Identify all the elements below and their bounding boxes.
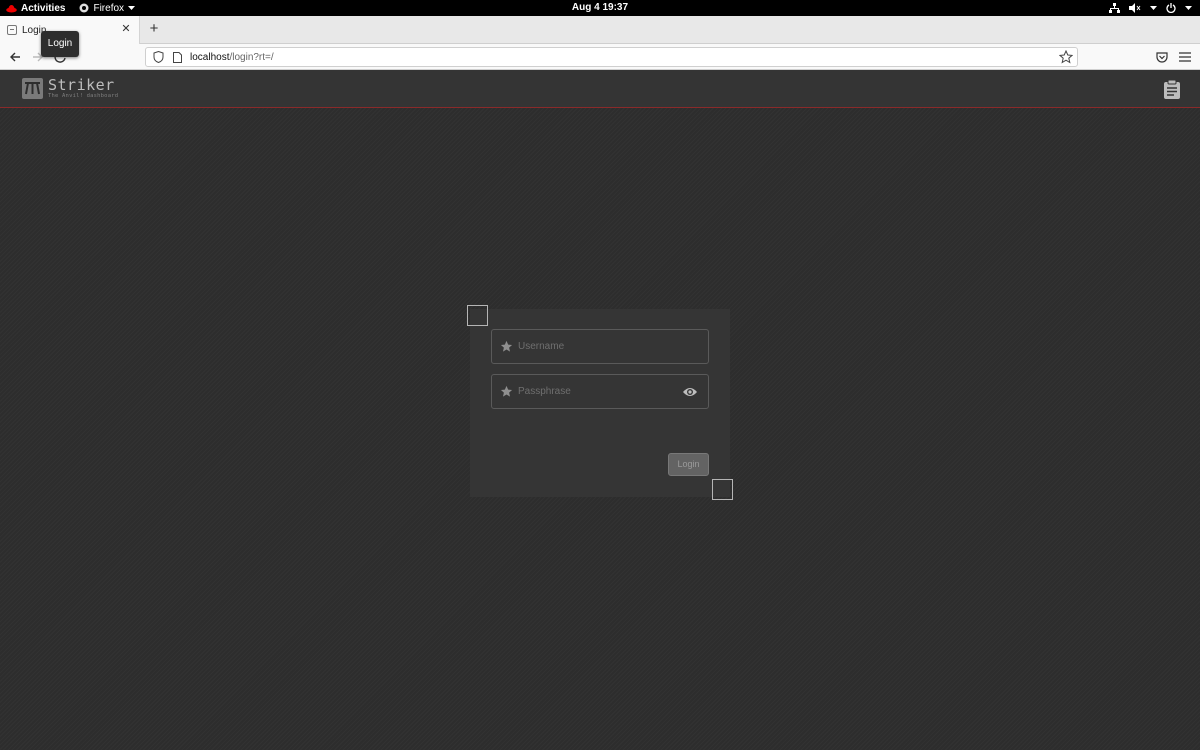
network-icon xyxy=(1109,3,1120,13)
url-text[interactable]: localhost/login?rt=/ xyxy=(190,52,274,63)
redhat-icon xyxy=(6,4,17,12)
required-star-icon xyxy=(500,385,514,399)
show-password-eye-icon[interactable] xyxy=(682,385,698,399)
volume-muted-icon xyxy=(1129,3,1141,13)
username-input[interactable] xyxy=(518,341,668,352)
favicon-icon xyxy=(7,25,17,35)
panel-corner-decoration xyxy=(467,305,488,326)
clock[interactable]: Aug 4 19:37 xyxy=(0,0,1200,16)
passphrase-field[interactable] xyxy=(491,374,709,409)
power-icon xyxy=(1166,3,1176,13)
brand-tagline: The Anvil! dashboard xyxy=(48,93,119,99)
activities-button[interactable]: Activities xyxy=(6,3,65,14)
app-header: Striker The Anvil! dashboard xyxy=(0,70,1200,108)
chevron-down-icon xyxy=(1150,5,1157,10)
close-tab-icon[interactable]: ✕ xyxy=(120,23,132,35)
username-field[interactable] xyxy=(491,329,709,364)
url-path: /login?rt=/ xyxy=(229,51,274,63)
chevron-down-icon xyxy=(1185,5,1192,10)
tab-tooltip: Login xyxy=(41,31,79,57)
login-button[interactable]: Login xyxy=(668,453,709,476)
striker-logo-icon[interactable] xyxy=(22,78,43,99)
passphrase-input[interactable] xyxy=(518,386,668,397)
panel-corner-decoration xyxy=(712,479,733,500)
browser-nav-bar: localhost/login?rt=/ xyxy=(0,44,1200,70)
login-panel: Login xyxy=(470,309,730,497)
back-arrow-icon xyxy=(10,52,20,62)
system-status-area[interactable] xyxy=(1109,0,1192,16)
app-menu-button[interactable]: Firefox xyxy=(79,2,136,14)
back-button[interactable] xyxy=(7,49,23,65)
system-top-bar: Activities Firefox Aug 4 19:37 xyxy=(0,0,1200,16)
url-host: localhost xyxy=(190,51,230,63)
browser-tab-strip: Login ✕ + xyxy=(0,16,1200,44)
clipboard-icon[interactable] xyxy=(1162,79,1182,99)
app-menu-label: Firefox xyxy=(93,2,125,14)
shield-icon[interactable] xyxy=(151,50,165,64)
required-star-icon xyxy=(500,340,514,354)
brand-name: Striker xyxy=(48,76,115,94)
page-icon[interactable] xyxy=(170,50,184,64)
pocket-icon xyxy=(1156,51,1168,63)
chevron-down-icon xyxy=(128,5,136,10)
activities-label: Activities xyxy=(21,2,66,14)
address-bar[interactable]: localhost/login?rt=/ xyxy=(145,47,1078,67)
hamburger-menu-icon xyxy=(1179,52,1191,62)
pocket-button[interactable] xyxy=(1154,49,1170,65)
firefox-icon xyxy=(79,3,89,13)
bookmark-star-icon[interactable] xyxy=(1058,49,1074,64)
new-tab-button[interactable]: + xyxy=(146,21,162,37)
menu-button[interactable] xyxy=(1177,49,1193,65)
